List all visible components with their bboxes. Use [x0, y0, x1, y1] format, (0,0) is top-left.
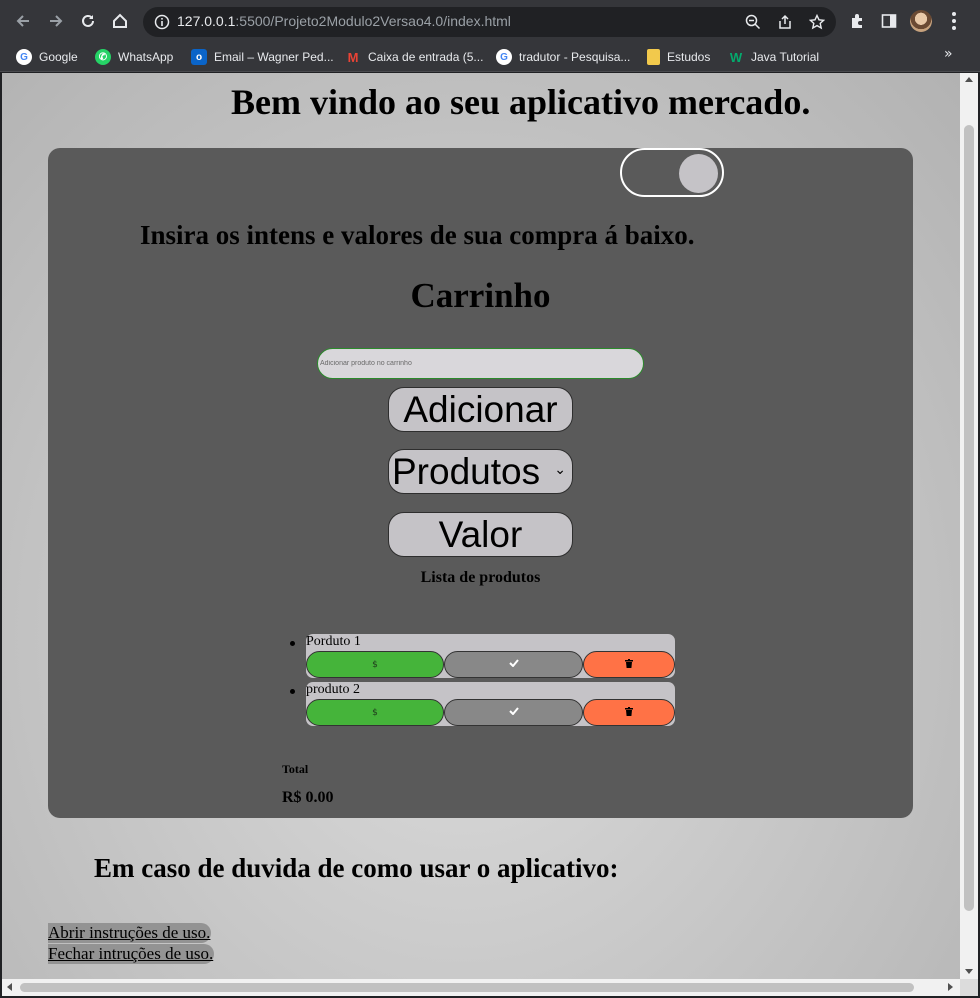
profile-avatar[interactable]	[910, 10, 932, 32]
bookmark-tradutor[interactable]: G tradutor - Pesquisa...	[496, 46, 630, 68]
folder-icon	[647, 49, 660, 65]
address-bar[interactable]: 127.0.0.1:5500/Projeto2Modulo2Versao4.0/…	[143, 7, 836, 37]
bullet	[290, 641, 295, 646]
dollar-icon: $	[372, 659, 378, 670]
scroll-right-icon[interactable]	[948, 983, 953, 991]
vertical-scrollbar[interactable]	[960, 73, 978, 979]
bookmark-java-tutorial[interactable]: W Java Tutorial	[728, 46, 819, 68]
more-bookmarks-icon[interactable]: »	[944, 46, 953, 62]
bookmark-star-icon[interactable]	[808, 13, 826, 31]
scroll-up-icon[interactable]	[965, 77, 973, 82]
scroll-down-icon[interactable]	[965, 969, 973, 974]
scroll-left-icon[interactable]	[7, 983, 12, 991]
theme-toggle[interactable]	[620, 148, 724, 197]
scrollbar-corner	[960, 979, 978, 996]
scroll-thumb[interactable]	[20, 983, 914, 992]
bookmark-whatsapp[interactable]: ✆ WhatsApp	[95, 46, 173, 68]
check-icon	[508, 659, 519, 670]
product-name: produto 2	[306, 682, 361, 697]
delete-button[interactable]	[583, 699, 675, 726]
w3schools-icon: W	[729, 49, 743, 65]
outlook-icon: o	[191, 49, 207, 65]
trash-icon	[625, 658, 633, 671]
product-card: produto 2 $	[306, 682, 675, 726]
share-icon[interactable]	[776, 13, 794, 31]
total-value: R$ 0.00	[282, 789, 334, 806]
open-instructions-link[interactable]: Abrir instruções de uso.	[48, 923, 212, 943]
check-icon	[508, 707, 519, 718]
chevron-down-icon: ⌄	[554, 462, 566, 478]
browser-toolbar: 127.0.0.1:5500/Projeto2Modulo2Versao4.0/…	[0, 0, 980, 42]
bookmarks-bar: G Google ✆ WhatsApp o Email – Wagner Ped…	[0, 42, 980, 72]
horizontal-scrollbar[interactable]	[2, 979, 960, 996]
google-icon: G	[16, 49, 32, 65]
extensions-icon[interactable]	[846, 10, 868, 32]
help-heading: Em caso de duvida de como usar o aplicat…	[94, 853, 619, 883]
back-icon[interactable]	[12, 10, 34, 32]
product-card: Porduto 1 $	[306, 634, 675, 678]
set-price-button[interactable]: $	[306, 699, 444, 726]
page-viewport: Bem vindo ao seu aplicativo mercado. Ins…	[2, 73, 960, 979]
list-item: produto 2 $	[290, 682, 675, 726]
google-icon: G	[496, 49, 512, 65]
add-button[interactable]: Adicionar	[388, 387, 573, 432]
zoom-icon[interactable]	[744, 13, 762, 31]
site-info-icon[interactable]	[154, 14, 170, 35]
check-button[interactable]	[444, 651, 583, 678]
bullet	[290, 689, 295, 694]
forward-icon[interactable]	[45, 10, 67, 32]
product-list-title: Lista de produtos	[420, 569, 541, 586]
url-text: 127.0.0.1:5500/Projeto2Modulo2Versao4.0/…	[177, 13, 511, 29]
value-button[interactable]: Valor	[388, 512, 573, 557]
whatsapp-icon: ✆	[95, 49, 111, 65]
bookmark-gmail[interactable]: M Caixa de entrada (5...	[345, 46, 484, 68]
set-price-button[interactable]: $	[306, 651, 444, 678]
gmail-icon: M	[347, 49, 359, 65]
bookmark-google[interactable]: G Google	[16, 46, 78, 68]
scroll-thumb[interactable]	[964, 125, 974, 911]
trash-icon	[625, 706, 633, 719]
bookmark-estudos[interactable]: Estudos	[647, 46, 710, 68]
list-item: Porduto 1 $	[290, 634, 675, 678]
products-select[interactable]: Produtos ⌄	[388, 449, 573, 494]
cart-title: Carrinho	[410, 276, 551, 315]
delete-button[interactable]	[583, 651, 675, 678]
product-name: Porduto 1	[306, 634, 361, 649]
toggle-knob	[679, 154, 718, 193]
bookmark-email[interactable]: o Email – Wagner Ped...	[191, 46, 334, 68]
product-list: Porduto 1 $ produto 2 $	[290, 634, 675, 730]
side-panel-icon[interactable]	[878, 10, 900, 32]
total-label: Total	[282, 762, 309, 776]
reload-icon[interactable]	[77, 10, 99, 32]
instructions-text: Insira os intens e valores de sua compra…	[140, 220, 695, 250]
cart-panel: Insira os intens e valores de sua compra…	[48, 148, 913, 818]
check-button[interactable]	[444, 699, 583, 726]
menu-dots-icon[interactable]	[946, 10, 962, 32]
home-icon[interactable]	[109, 10, 131, 32]
product-input[interactable]	[317, 348, 644, 379]
dollar-icon: $	[372, 707, 378, 718]
close-instructions-link[interactable]: Fechar intruções de uso.	[48, 944, 215, 964]
welcome-heading: Bem vindo ao seu aplicativo mercado.	[231, 82, 811, 122]
